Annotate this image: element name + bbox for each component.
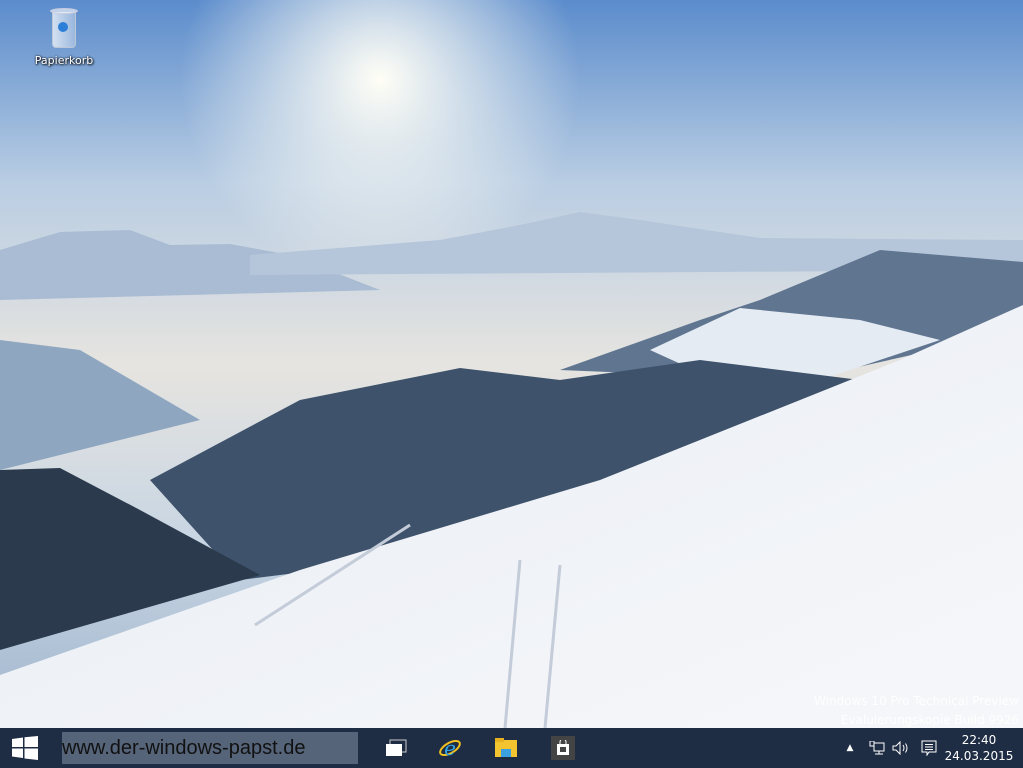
folder-icon [495, 738, 517, 757]
recycle-bin-icon [48, 6, 80, 50]
notification-icon [921, 740, 937, 756]
windows-logo-icon [12, 736, 38, 760]
network-button[interactable] [866, 728, 888, 768]
volume-button[interactable] [890, 728, 912, 768]
network-icon [869, 741, 885, 755]
watermark-edition: Windows 10 Pro Technical Preview [814, 694, 1019, 708]
show-hidden-icons-button[interactable]: ▲ [842, 728, 858, 768]
task-view-button[interactable] [380, 728, 412, 768]
task-view-icon [386, 739, 407, 756]
taskbar: www.der-windows-papst.de e ▲ 22:40 24.03… [0, 728, 1023, 768]
search-watermark-text: www.der-windows-papst.de [62, 736, 306, 759]
internet-explorer-button[interactable]: e [434, 728, 466, 768]
clock-date: 24.03.2015 [944, 749, 1014, 763]
speaker-icon [892, 741, 908, 755]
start-button[interactable] [0, 728, 50, 768]
svg-text:e: e [444, 736, 456, 760]
desktop-icon-recycle-bin[interactable]: Papierkorb [28, 6, 100, 67]
desktop-wallpaper [0, 0, 1023, 728]
watermark-build: Evaluierungskopie Build 9926 [840, 713, 1019, 727]
clock[interactable]: 22:40 24.03.2015 [944, 732, 1014, 764]
action-center-button[interactable] [918, 728, 940, 768]
search-box[interactable]: www.der-windows-papst.de [62, 732, 358, 764]
clock-time: 22:40 [961, 733, 997, 747]
store-button[interactable] [548, 728, 578, 768]
ie-icon: e [439, 736, 461, 760]
desktop-icon-label: Papierkorb [34, 54, 94, 67]
store-icon [557, 740, 569, 755]
file-explorer-button[interactable] [490, 728, 522, 768]
